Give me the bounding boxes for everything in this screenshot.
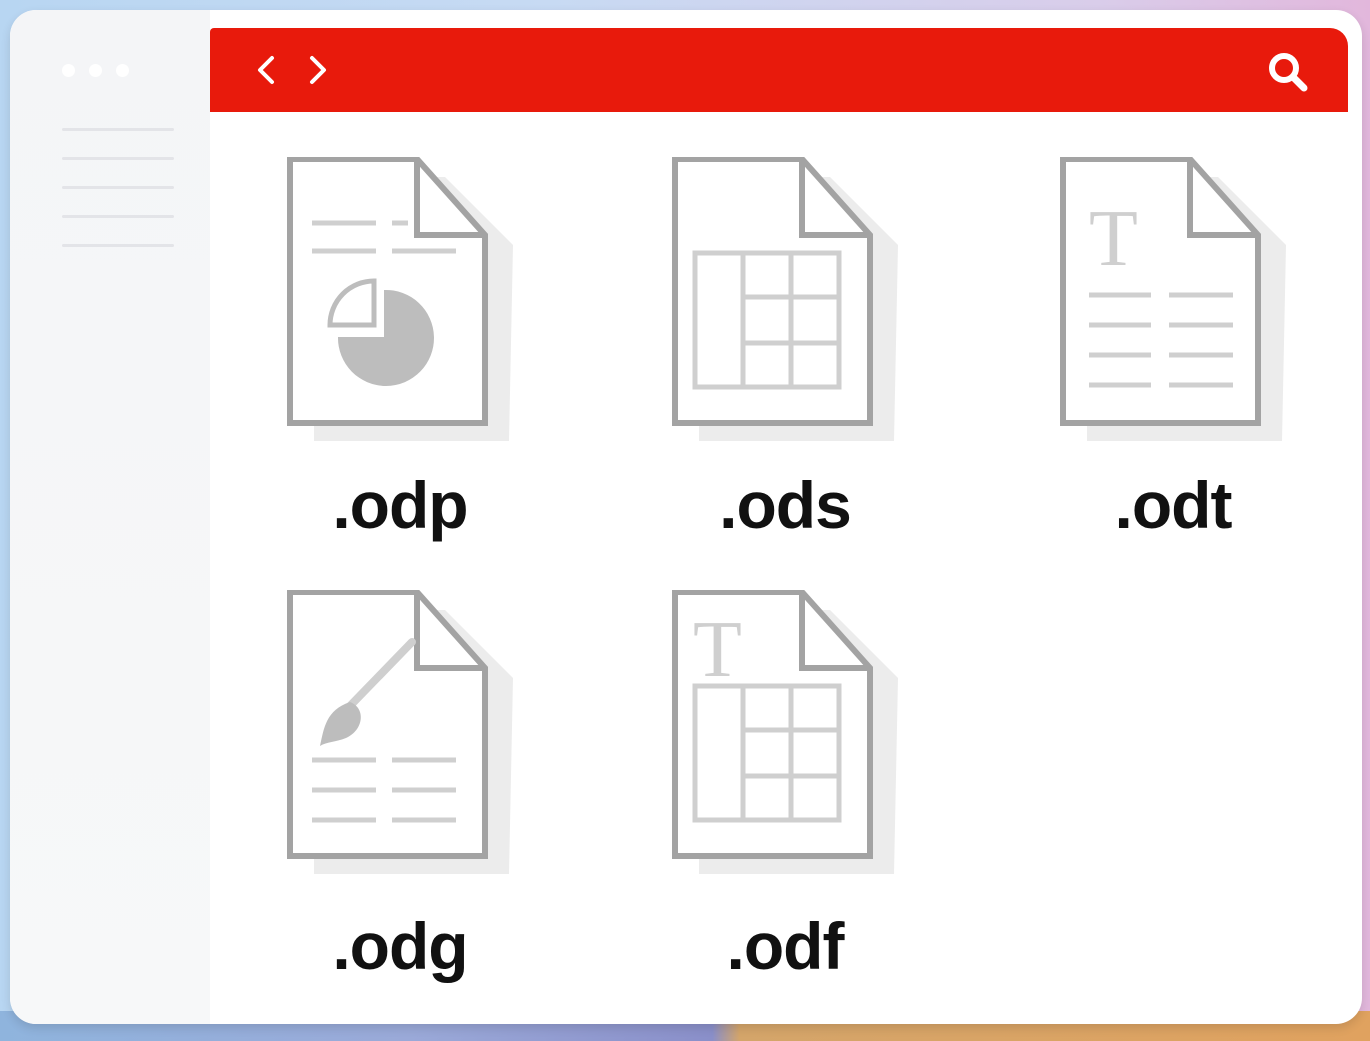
file-item-ods[interactable]: .ods bbox=[665, 157, 925, 577]
file-label: .odp bbox=[332, 468, 468, 542]
sidebar-item[interactable] bbox=[62, 244, 174, 247]
file-item-odt[interactable]: T .odt bbox=[1053, 157, 1313, 577]
text-document-file-icon: T bbox=[1060, 157, 1286, 441]
file-item-odg[interactable]: .odg bbox=[280, 590, 540, 1010]
sidebar-item[interactable] bbox=[62, 157, 174, 160]
file-item-odp[interactable]: .odp bbox=[280, 157, 540, 577]
svg-text:T: T bbox=[693, 606, 742, 694]
window-dot-minimize[interactable] bbox=[89, 64, 102, 77]
file-label: .odt bbox=[1114, 468, 1233, 542]
file-label: .odg bbox=[332, 909, 468, 983]
search-button[interactable] bbox=[1264, 48, 1312, 96]
toolbar bbox=[210, 28, 1348, 112]
chevron-right-icon bbox=[310, 56, 326, 84]
file-browser-window: .odp .ods T .odt .odg T .odf bbox=[10, 10, 1362, 1024]
sidebar-item[interactable] bbox=[62, 215, 174, 218]
formula-file-icon: T bbox=[672, 590, 898, 874]
sidebar-item[interactable] bbox=[62, 128, 174, 131]
file-grid: .odp .ods T .odt .odg T .odf bbox=[210, 112, 1362, 1024]
back-button[interactable] bbox=[248, 50, 288, 90]
sidebar-item[interactable] bbox=[62, 186, 174, 189]
drawing-file-icon bbox=[287, 590, 513, 874]
window-dot-maximize[interactable] bbox=[116, 64, 129, 77]
search-icon bbox=[1269, 53, 1308, 92]
sidebar bbox=[10, 10, 210, 1024]
svg-text:T: T bbox=[1089, 195, 1138, 283]
forward-button[interactable] bbox=[298, 50, 338, 90]
file-item-odf[interactable]: T .odf bbox=[665, 590, 925, 1010]
file-label: .ods bbox=[719, 468, 852, 542]
window-controls bbox=[62, 64, 129, 77]
sidebar-menu bbox=[62, 128, 174, 273]
chevron-left-icon bbox=[258, 56, 274, 84]
window-dot-close[interactable] bbox=[62, 64, 75, 77]
spreadsheet-file-icon bbox=[672, 157, 898, 441]
file-label: .odf bbox=[726, 909, 845, 983]
presentation-file-icon bbox=[287, 157, 513, 441]
